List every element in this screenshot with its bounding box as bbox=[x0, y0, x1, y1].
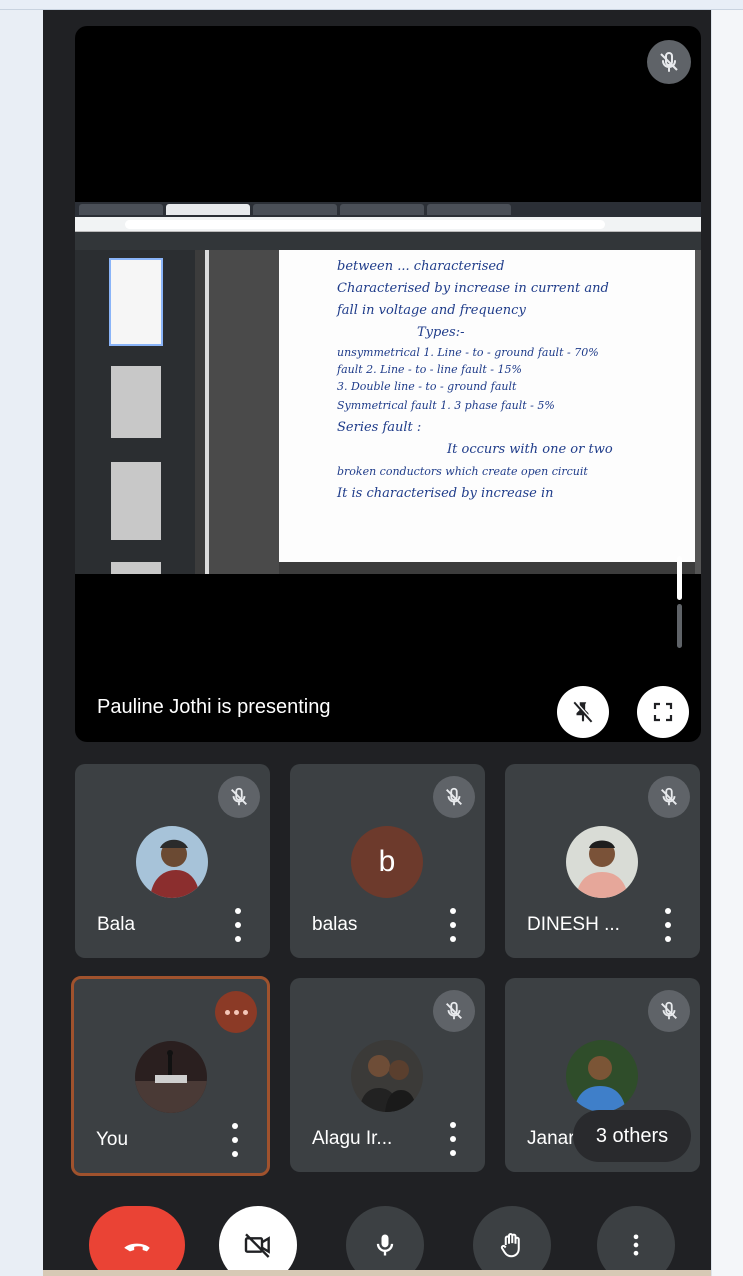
scroll-track bbox=[677, 604, 682, 648]
right-margin bbox=[711, 10, 743, 1276]
mic-off-icon bbox=[648, 990, 690, 1032]
shared-screen: between ... characterised Characterised … bbox=[75, 202, 701, 574]
more-options-button[interactable] bbox=[597, 1206, 675, 1270]
microphone-icon bbox=[376, 1234, 394, 1256]
more-options-button[interactable] bbox=[447, 908, 459, 942]
shared-pdf-gutter bbox=[205, 250, 279, 574]
self-participant-tile[interactable]: You bbox=[71, 976, 270, 1176]
participant-tile[interactable]: DINESH ... bbox=[505, 764, 700, 958]
meet-app: between ... characterised Characterised … bbox=[43, 10, 711, 1270]
more-options-button[interactable] bbox=[447, 1122, 459, 1156]
participant-name: You bbox=[96, 1129, 129, 1150]
note-line: Types:- bbox=[417, 325, 465, 340]
note-line: broken conductors which create open circ… bbox=[337, 465, 588, 478]
left-margin bbox=[0, 10, 43, 1276]
mic-off-icon bbox=[648, 776, 690, 818]
more-options-button[interactable] bbox=[229, 1123, 241, 1157]
phone-hangup-icon bbox=[124, 1243, 150, 1252]
note-line: fault 2. Line - to - line fault - 15% bbox=[337, 363, 522, 376]
mic-off-icon bbox=[218, 776, 260, 818]
shared-pdf-thumbnails bbox=[75, 250, 195, 574]
participant-tile[interactable]: Bala bbox=[75, 764, 270, 958]
note-line: 3. Double line - to - ground fault bbox=[337, 380, 517, 393]
note-line: Characterised by increase in current and bbox=[337, 281, 609, 296]
camera-toggle-button[interactable] bbox=[219, 1206, 297, 1270]
presentation-view[interactable]: between ... characterised Characterised … bbox=[75, 26, 701, 742]
microphone-button[interactable] bbox=[346, 1206, 424, 1270]
participant-name: Bala bbox=[97, 914, 136, 935]
shared-pdf-page: between ... characterised Characterised … bbox=[279, 250, 695, 562]
participant-tile[interactable]: b balas bbox=[290, 764, 485, 958]
raise-hand-button[interactable] bbox=[473, 1206, 551, 1270]
presenter-label: Pauline Jothi is presenting bbox=[97, 696, 331, 718]
bottom-border bbox=[43, 1270, 711, 1276]
speaking-indicator-icon bbox=[215, 991, 257, 1033]
more-vertical-icon bbox=[633, 1234, 639, 1256]
participant-name: Alagu Ir... bbox=[312, 1128, 393, 1149]
camera-off-icon bbox=[244, 1233, 270, 1258]
avatar bbox=[566, 826, 638, 898]
fullscreen-icon bbox=[653, 702, 673, 722]
mic-off-icon bbox=[433, 776, 475, 818]
unpin-button[interactable] bbox=[557, 686, 609, 738]
note-line: It is characterised by increase in bbox=[337, 486, 554, 501]
note-line: Symmetrical fault 1. 3 phase fault - 5% bbox=[337, 399, 555, 412]
presenter-mic-muted-icon bbox=[647, 40, 691, 84]
end-call-button[interactable] bbox=[89, 1206, 185, 1270]
avatar bbox=[566, 1040, 638, 1112]
note-line: unsymmetrical 1. Line - to - ground faul… bbox=[337, 346, 599, 359]
participant-name: DINESH ... bbox=[527, 914, 620, 935]
participant-tile[interactable]: Alagu Ir... bbox=[290, 978, 485, 1172]
shared-pdf-scrollbar bbox=[695, 250, 701, 574]
note-line: between ... characterised bbox=[337, 259, 505, 274]
shared-browser-tabs bbox=[75, 202, 701, 217]
avatar bbox=[135, 1041, 207, 1113]
hand-icon bbox=[500, 1233, 520, 1258]
browser-top-strip bbox=[0, 0, 743, 10]
avatar bbox=[351, 1040, 423, 1112]
shared-browser-address-bar bbox=[75, 217, 701, 232]
more-options-button[interactable] bbox=[662, 908, 674, 942]
note-line: Series fault : bbox=[337, 420, 422, 435]
shared-pdf-toolbar bbox=[75, 232, 701, 250]
more-options-button[interactable] bbox=[232, 908, 244, 942]
note-line: It occurs with one or two bbox=[447, 442, 613, 457]
mic-off-icon bbox=[433, 990, 475, 1032]
participant-name: Janar bbox=[527, 1128, 575, 1149]
note-line: fall in voltage and frequency bbox=[337, 303, 526, 318]
avatar bbox=[136, 826, 208, 898]
scroll-indicator bbox=[677, 556, 682, 600]
pin-off-icon bbox=[573, 700, 594, 723]
participant-name: balas bbox=[312, 914, 358, 935]
others-count-pill[interactable]: 3 others bbox=[573, 1110, 691, 1162]
fullscreen-button[interactable] bbox=[637, 686, 689, 738]
avatar: b bbox=[351, 826, 423, 898]
